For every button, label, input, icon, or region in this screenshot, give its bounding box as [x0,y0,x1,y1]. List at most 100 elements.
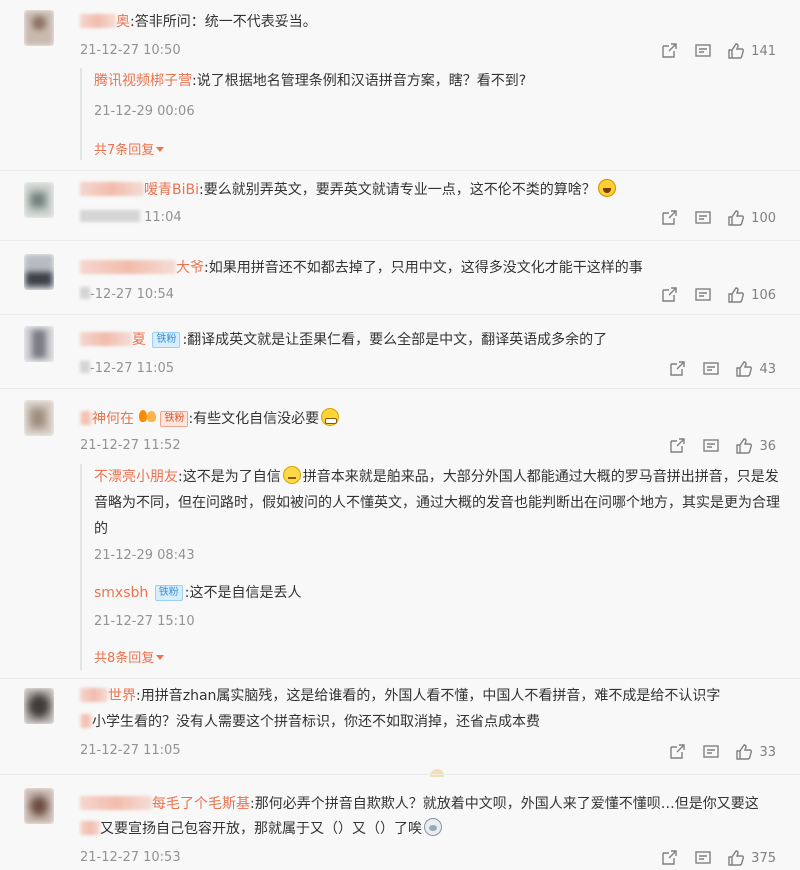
avatar[interactable] [24,254,54,290]
username-redacted[interactable] [80,332,132,346]
username-redacted[interactable] [80,14,116,28]
username-redacted[interactable] [80,688,108,702]
like-button[interactable]: 43 [735,360,776,378]
username[interactable]: 嗳青BiBi [144,182,199,198]
reply-thread: 腾讯视频梆子营:说了根据地名管理条例和汉语拼音方案，瞎？看不到? 21-12-2… [80,68,780,160]
more-replies-link[interactable]: 共8条回复 [94,647,165,666]
comment-body: 夏 铁粉:翻译成英文就是让歪果仁看，要么全部是中文，翻译英语成多余的了 [80,330,607,350]
like-count: 106 [751,287,776,303]
comment-text: :要么就别弄英文，要弄英文就请专业一点，这不伦不类的算啥？ [199,182,596,198]
more-replies-link[interactable]: 共7条回复 [94,139,165,158]
reply-time: 21-12-27 15:10 [94,614,195,629]
username[interactable]: 奥 [116,14,130,30]
share-icon[interactable] [667,742,687,762]
speechless-emoji-icon [282,466,301,484]
reply-username[interactable]: 不漂亮小朋友 [94,469,178,485]
share-icon[interactable] [667,436,687,456]
fire-badge-icon [138,408,160,426]
username-redacted[interactable] [80,411,92,425]
fan-badge: 铁粉 [154,585,183,601]
username[interactable]: 夏 [132,332,146,348]
avatar[interactable] [24,688,54,724]
comment-icon[interactable] [693,848,713,868]
reply-username[interactable]: 腾讯视频梆子营 [94,73,192,89]
comment-body: 大爷:如果用拼音还不如都去掉了，只用中文，这得多没文化才能干这样的事 [80,258,643,278]
thumbs-up-icon [728,43,745,59]
comment-time: 21-12-27 11:52 [80,438,181,453]
comment-body: 神何在 铁粉:有些文化自信没必要 [80,408,341,429]
username-redacted [80,714,92,728]
reply-thread: 不漂亮小朋友:这不是为了自信 拼音本来就是舶来品，大部分外国人都能通过大概的罗马音… [80,464,780,670]
avatar[interactable] [24,10,54,46]
like-button[interactable]: 100 [727,209,776,227]
comment-body-cont: 又要宣扬自己包容开放，那就属于又（）又（）了唉 [80,818,444,839]
chevron-down-icon [156,147,165,152]
comment-actions: 36 [653,436,776,456]
reply-username[interactable]: smxsbh [94,585,148,601]
like-count: 375 [751,850,776,866]
comment-time: 21-12-27 11:05 [80,743,181,758]
thumbs-up-icon [736,361,753,377]
reply-time: 21-12-29 00:06 [94,104,195,119]
comment-text: :用拼音zhan属实脑残，这是给谁看的，外国人看不懂，中国人不看拼音，难不成是给… [136,688,721,704]
reply-text: :说了根据地名管理条例和汉语拼音方案，瞎？看不到? [192,73,527,89]
share-icon[interactable] [659,848,679,868]
divider [0,678,800,679]
comment-icon[interactable] [701,742,721,762]
avatar[interactable] [24,182,54,218]
like-count: 100 [751,210,776,226]
share-icon[interactable] [659,285,679,305]
comment-icon[interactable] [693,285,713,305]
avatar[interactable] [24,788,54,824]
like-button[interactable]: 106 [727,286,776,304]
grinning-emoji-icon [321,408,340,426]
fan-badge: 铁粉 [152,332,181,348]
reply-item: 腾讯视频梆子营:说了根据地名管理条例和汉语拼音方案，瞎？看不到? [94,68,526,94]
comment-actions: 43 [653,359,776,379]
share-icon[interactable] [667,359,687,379]
username-redacted[interactable] [80,260,176,274]
username[interactable]: 世界 [108,688,136,704]
like-button[interactable]: 375 [727,849,776,867]
thumbs-up-icon [728,287,745,303]
username[interactable]: 每毛了个毛斯基 [152,796,250,812]
comment-body: 世界:用拼音zhan属实脑残，这是给谁看的，外国人看不懂，中国人不看拼音，难不成… [80,686,720,706]
partial-emoji-icon [430,769,444,777]
thumbs-up-icon [728,850,745,866]
username[interactable]: 大爷 [176,260,204,276]
comment-actions: 375 [645,848,776,868]
comment-time: 11:04 [80,209,182,227]
divider [0,314,800,315]
divider [0,388,800,389]
comment-body: 嗳青BiBi:要么就别弄英文，要弄英文就请专业一点，这不伦不类的算啥？ [80,179,618,200]
comment-text: :如果用拼音还不如都去掉了，只用中文，这得多没文化才能干这样的事 [204,260,643,276]
comment-time: -12-27 10:54 [80,286,174,304]
comment-icon[interactable] [693,208,713,228]
comment-actions: 141 [645,41,776,61]
comment-time: -12-27 11:05 [80,360,174,378]
username[interactable]: 神何在 [92,411,134,427]
chevron-down-icon [156,655,165,660]
username-redacted[interactable] [80,182,144,196]
like-button[interactable]: 33 [735,743,776,761]
comment-body-cont: 小学生看的？没有人需要这个拼音标识，你还不如取消掉，还省点成本费 [80,712,540,732]
comment-actions: 33 [653,742,776,762]
comment-text: 又要宣扬自己包容开放，那就属于又（）又（）了唉 [100,821,422,837]
comment-text: :答非所问：统一不代表妥当。 [130,14,317,30]
comment-text: :有些文化自信没必要 [188,411,320,427]
avatar[interactable] [24,400,54,436]
comment-actions: 106 [645,285,776,305]
avatar[interactable] [24,326,54,362]
comment-icon[interactable] [693,41,713,61]
like-count: 141 [751,43,776,59]
comment-icon[interactable] [701,359,721,379]
like-button[interactable]: 141 [727,42,776,60]
share-icon[interactable] [659,208,679,228]
like-button[interactable]: 36 [735,437,776,455]
username-redacted[interactable] [80,796,152,810]
comment-body: 每毛了个毛斯基:那何必弄个拼音自欺欺人？就放着中文呗，外国人来了爱懂不懂呗…但是… [80,794,759,814]
comment-actions: 100 [645,208,776,228]
comment-icon[interactable] [701,436,721,456]
share-icon[interactable] [659,41,679,61]
comment-time: 21-12-27 10:50 [80,43,181,58]
